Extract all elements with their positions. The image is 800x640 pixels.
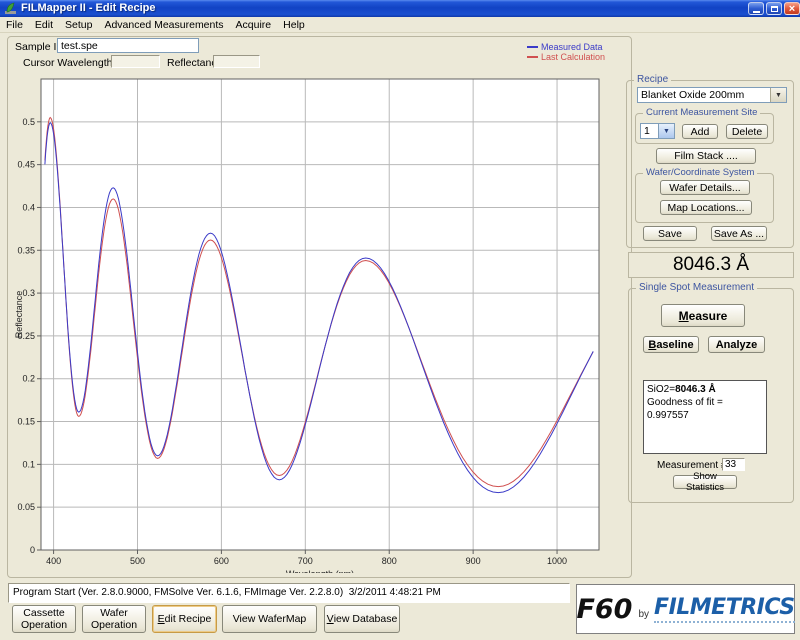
- minimize-button[interactable]: [748, 2, 764, 15]
- legend-label-measured: Measured Data: [541, 42, 603, 52]
- svg-text:400: 400: [46, 556, 61, 566]
- svg-text:0.5: 0.5: [22, 117, 35, 127]
- current-measurement-site-group: Current Measurement Site 1 ▼ Add Delete: [635, 113, 774, 144]
- svg-text:0.35: 0.35: [17, 245, 35, 255]
- analyze-button[interactable]: Analyze: [708, 336, 765, 353]
- chart-legend: Measured Data Last Calculation: [527, 42, 605, 62]
- add-site-button[interactable]: Add: [682, 124, 718, 139]
- svg-text:700: 700: [298, 556, 313, 566]
- sample-id-input[interactable]: [57, 38, 199, 53]
- wcs-group-title: Wafer/Coordinate System: [643, 167, 757, 179]
- cassette-operation-button[interactable]: Cassette Operation: [12, 605, 76, 633]
- map-locations-button[interactable]: Map Locations...: [660, 200, 752, 215]
- svg-text:900: 900: [466, 556, 481, 566]
- site-selected-value: 1: [641, 124, 658, 138]
- svg-text:0.45: 0.45: [17, 160, 35, 170]
- app-window: FILMapper II - Edit Recipe × File Edit S…: [0, 0, 800, 640]
- result-line-thickness: SiO2=8046.3 Å: [647, 383, 763, 396]
- svg-text:800: 800: [382, 556, 397, 566]
- legend-item-measured: Measured Data: [527, 42, 605, 52]
- legend-label-last-calculation: Last Calculation: [541, 52, 605, 62]
- film-stack-button[interactable]: Film Stack ....: [656, 148, 756, 164]
- legend-item-last-calculation: Last Calculation: [527, 52, 605, 62]
- svg-text:Wavelength (nm): Wavelength (nm): [286, 569, 354, 573]
- restore-icon: [771, 6, 778, 12]
- wafer-operation-button[interactable]: Wafer Operation: [82, 605, 146, 633]
- menu-bar: File Edit Setup Advanced Measurements Ac…: [0, 17, 800, 33]
- recipe-group: Recipe Blanket Oxide 200mm ▼ Current Mea…: [626, 80, 794, 248]
- window-title: FILMapper II - Edit Recipe: [21, 2, 155, 14]
- svg-text:0.3: 0.3: [22, 288, 35, 298]
- legend-swatch-last-calculation: [527, 56, 538, 58]
- result-material-prefix: SiO2=: [647, 384, 675, 395]
- svg-text:Reflectance: Reflectance: [14, 291, 24, 339]
- site-dropdown-arrow-icon[interactable]: ▼: [658, 124, 674, 138]
- svg-text:0.05: 0.05: [17, 502, 35, 512]
- result-line-goodness: Goodness of fit = 0.997557: [647, 396, 763, 422]
- logo-brand-text: FILMETRICS: [654, 595, 795, 623]
- measurement-chart-panel: Sample ID: Cursor Wavelength(nm): Reflec…: [7, 36, 632, 578]
- edit-recipe-button[interactable]: Edit Recipe: [152, 605, 217, 633]
- recipe-dropdown-arrow-icon[interactable]: ▼: [770, 88, 786, 102]
- site-select[interactable]: 1 ▼: [640, 123, 675, 139]
- menu-setup[interactable]: Setup: [59, 19, 98, 31]
- baseline-button[interactable]: Baseline: [643, 336, 699, 353]
- svg-text:0.15: 0.15: [17, 417, 35, 427]
- save-as-button[interactable]: Save As ...: [711, 226, 767, 241]
- save-button[interactable]: Save: [643, 226, 697, 241]
- filmetrics-logo: F60 by FILMETRICS: [576, 584, 795, 634]
- close-button[interactable]: ×: [784, 2, 800, 15]
- menu-help[interactable]: Help: [277, 19, 311, 31]
- svg-text:1000: 1000: [547, 556, 567, 566]
- measurement-number-label: Measurement #:: [657, 460, 729, 471]
- svg-text:0.2: 0.2: [22, 374, 35, 384]
- thickness-readout: 8046.3 Å: [628, 252, 794, 278]
- measure-button[interactable]: Measure: [661, 304, 745, 327]
- result-thickness-value: 8046.3 Å: [675, 384, 716, 395]
- status-bar: Program Start (Ver. 2.8.0.9000, FMSolve …: [8, 583, 570, 603]
- svg-text:500: 500: [130, 556, 145, 566]
- cursor-reflectance-field: [213, 55, 260, 68]
- wafer-details-button[interactable]: Wafer Details...: [660, 180, 750, 195]
- view-wafermap-button[interactable]: View WaferMap: [222, 605, 317, 633]
- delete-site-button[interactable]: Delete: [726, 124, 768, 139]
- site-group-title: Current Measurement Site: [643, 107, 760, 119]
- recipe-group-title: Recipe: [634, 74, 671, 86]
- svg-text:0.4: 0.4: [22, 202, 35, 212]
- measurement-number-field: 33: [722, 458, 745, 471]
- minimize-icon: [753, 11, 760, 13]
- view-database-button[interactable]: View Database: [324, 605, 400, 633]
- cursor-wavelength-field: [111, 55, 160, 68]
- svg-text:0: 0: [30, 545, 35, 555]
- results-box: SiO2=8046.3 Å Goodness of fit = 0.997557: [643, 380, 767, 454]
- show-statistics-button[interactable]: Show Statistics: [673, 475, 737, 489]
- status-text: Program Start (Ver. 2.8.0.9000, FMSolve …: [9, 584, 569, 601]
- legend-swatch-measured: [527, 46, 538, 48]
- single-spot-group-title: Single Spot Measurement: [636, 282, 757, 294]
- title-bar: FILMapper II - Edit Recipe ×: [0, 0, 800, 17]
- menu-file[interactable]: File: [0, 19, 29, 31]
- svg-text:0.1: 0.1: [22, 459, 35, 469]
- menu-edit[interactable]: Edit: [29, 19, 59, 31]
- svg-text:600: 600: [214, 556, 229, 566]
- reflectance-spectrum-chart: 400500600700800900100000.050.10.150.20.2…: [11, 73, 626, 573]
- single-spot-measurement-group: Single Spot Measurement Measure Baseline…: [628, 288, 794, 503]
- close-icon: ×: [789, 4, 795, 14]
- restore-button[interactable]: [766, 2, 782, 15]
- logo-by-text: by: [638, 609, 649, 620]
- app-icon: [4, 2, 17, 15]
- logo-model-text: F60: [576, 594, 632, 625]
- menu-acquire[interactable]: Acquire: [230, 19, 278, 31]
- recipe-select[interactable]: Blanket Oxide 200mm ▼: [637, 87, 787, 103]
- wafer-coordinate-system-group: Wafer/Coordinate System Wafer Details...…: [635, 173, 774, 223]
- menu-advanced-measurements[interactable]: Advanced Measurements: [98, 19, 229, 31]
- recipe-selected-value: Blanket Oxide 200mm: [638, 88, 770, 102]
